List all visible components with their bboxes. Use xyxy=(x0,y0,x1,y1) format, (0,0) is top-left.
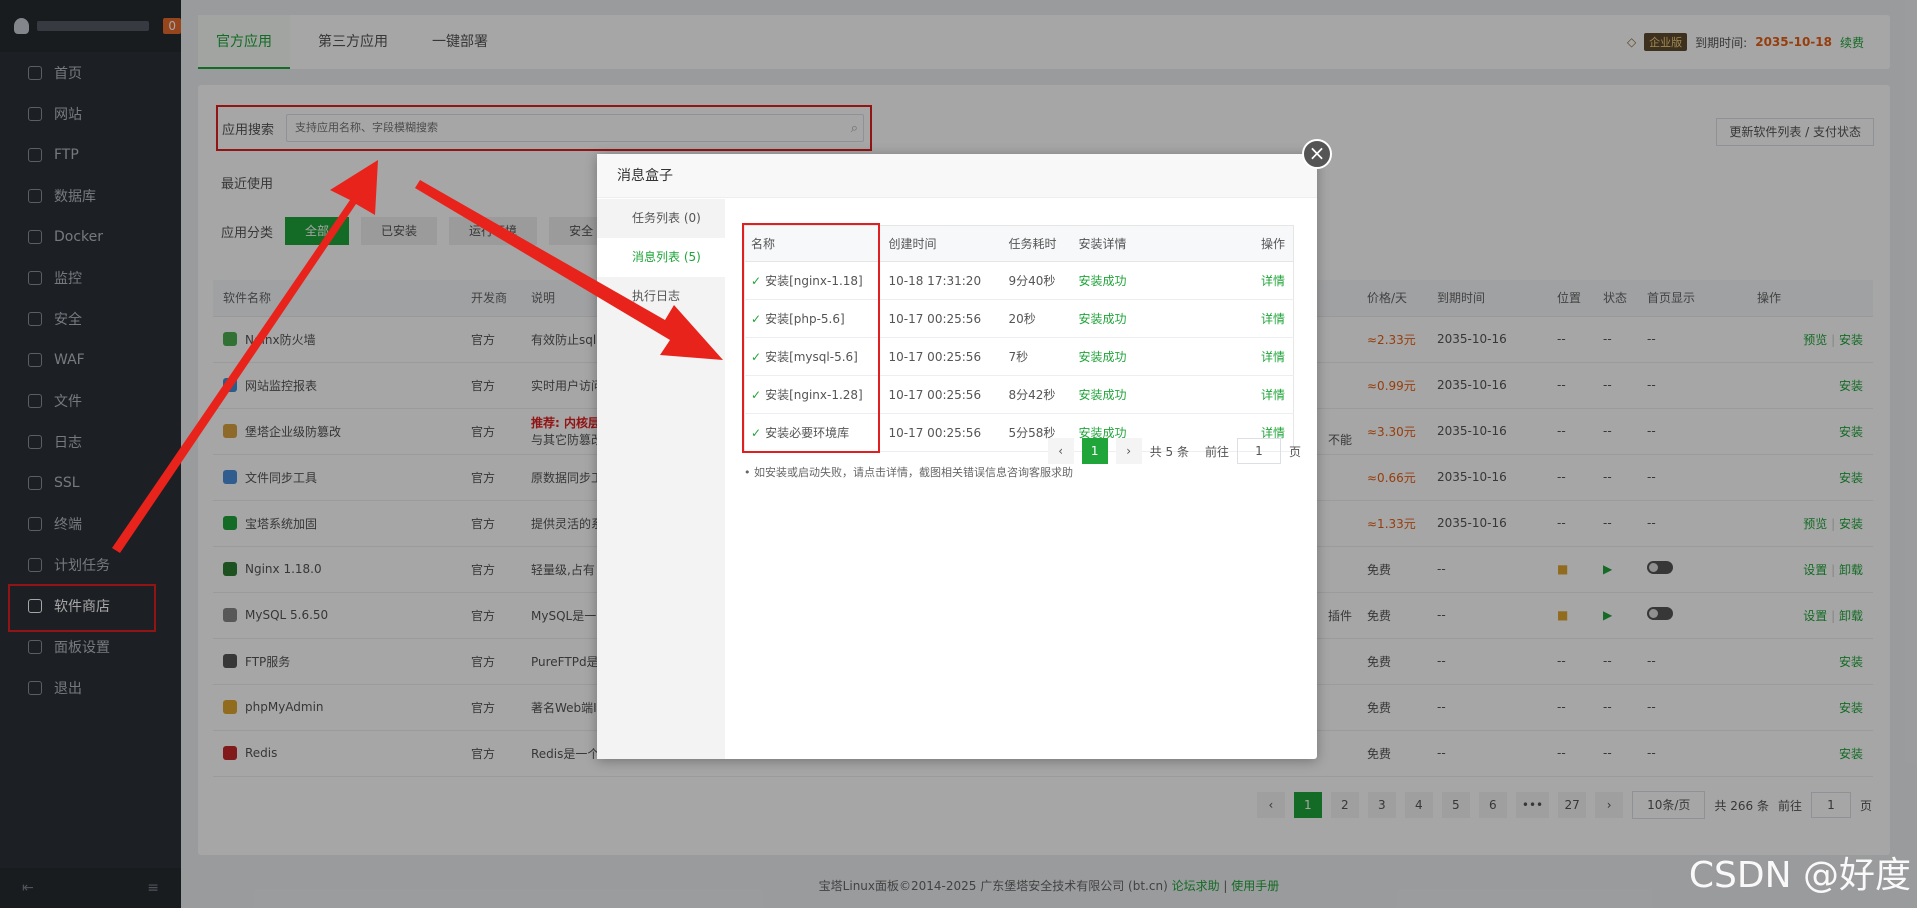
tab-message-list[interactable]: 消息列表 (5) xyxy=(597,238,725,277)
col-msg-cost: 任务耗时 xyxy=(1002,225,1073,262)
check-icon: ✓ xyxy=(751,312,762,326)
modal-page-unit: 页 xyxy=(1288,444,1301,459)
detail-link[interactable]: 详情 xyxy=(1261,388,1285,402)
col-msg-name: 名称 xyxy=(744,225,883,262)
task-time: 10-17 00:25:56 xyxy=(888,425,982,440)
help-note: • 如安装或启动失败，请点击详情，截图相关错误信息咨询客服求助 xyxy=(744,466,1073,479)
detail-link[interactable]: 详情 xyxy=(1261,350,1285,364)
modal-title: 消息盒子 xyxy=(597,154,1317,198)
task-result: 安装成功 xyxy=(1078,274,1127,288)
task-time: 10-18 17:31:20 xyxy=(888,273,982,288)
message-row: ✓ 安装[nginx-1.28] 10-17 00:25:56 8分42秒 安装成… xyxy=(744,375,1294,414)
task-name: 安装[mysql-5.6] xyxy=(765,350,858,364)
close-icon[interactable]: × xyxy=(1302,139,1332,169)
task-result: 安装成功 xyxy=(1078,388,1127,402)
task-time: 10-17 00:25:56 xyxy=(888,387,982,402)
check-icon: ✓ xyxy=(751,274,762,288)
watermark: CSDN @好度 xyxy=(1688,855,1911,896)
task-cost: 7秒 xyxy=(1008,350,1029,364)
tab-task-list[interactable]: 任务列表 (0) xyxy=(597,199,725,238)
col-msg-time: 创建时间 xyxy=(882,225,1003,262)
detail-link[interactable]: 详情 xyxy=(1261,312,1285,326)
check-icon: ✓ xyxy=(751,426,762,440)
modal-page-1[interactable]: 1 xyxy=(1081,438,1108,464)
modal-next-button[interactable]: › xyxy=(1115,438,1142,464)
col-msg-result: 安装详情 xyxy=(1072,225,1213,262)
task-name: 安装[php-5.6] xyxy=(765,312,845,326)
modal-goto-input[interactable]: 1 xyxy=(1236,438,1281,464)
modal-total: 共 5 条 xyxy=(1149,444,1189,459)
modal-side-tabs: 任务列表 (0) 消息列表 (5) 执行日志 xyxy=(597,199,725,759)
task-cost: 20秒 xyxy=(1008,312,1036,326)
modal-pagination: ‹ 1 › 共 5 条 前往 1 页 xyxy=(1047,438,1301,464)
check-icon: ✓ xyxy=(751,388,762,402)
modal-prev-button[interactable]: ‹ xyxy=(1047,438,1074,464)
task-cost: 8分42秒 xyxy=(1008,388,1056,402)
message-row: ✓ 安装[nginx-1.18] 10-18 17:31:20 9分40秒 安装成… xyxy=(744,261,1294,300)
tab-exec-log[interactable]: 执行日志 xyxy=(597,277,725,316)
task-name: 安装[nginx-1.18] xyxy=(765,274,863,288)
message-table: 名称 创建时间 任务耗时 安装详情 操作 ✓ 安装[nginx-1.18] 10-… xyxy=(744,225,1294,452)
message-row: ✓ 安装[php-5.6] 10-17 00:25:56 20秒 安装成功 详情 xyxy=(744,299,1294,338)
task-name: 安装[nginx-1.28] xyxy=(765,388,863,402)
task-time: 10-17 00:25:56 xyxy=(888,349,982,364)
task-time: 10-17 00:25:56 xyxy=(888,311,982,326)
modal-goto-label: 前往 xyxy=(1204,444,1229,459)
message-row: ✓ 安装[mysql-5.6] 10-17 00:25:56 7秒 安装成功 详情 xyxy=(744,337,1294,376)
task-result: 安装成功 xyxy=(1078,350,1127,364)
task-result: 安装成功 xyxy=(1078,312,1127,326)
col-msg-op: 操作 xyxy=(1212,225,1294,262)
task-cost: 9分40秒 xyxy=(1008,274,1056,288)
task-name: 安装必要环境库 xyxy=(765,426,850,440)
check-icon: ✓ xyxy=(751,350,762,364)
message-box-modal: 消息盒子 × 任务列表 (0) 消息列表 (5) 执行日志 名称 创建时间 任务… xyxy=(597,139,1332,759)
detail-link[interactable]: 详情 xyxy=(1261,274,1285,288)
